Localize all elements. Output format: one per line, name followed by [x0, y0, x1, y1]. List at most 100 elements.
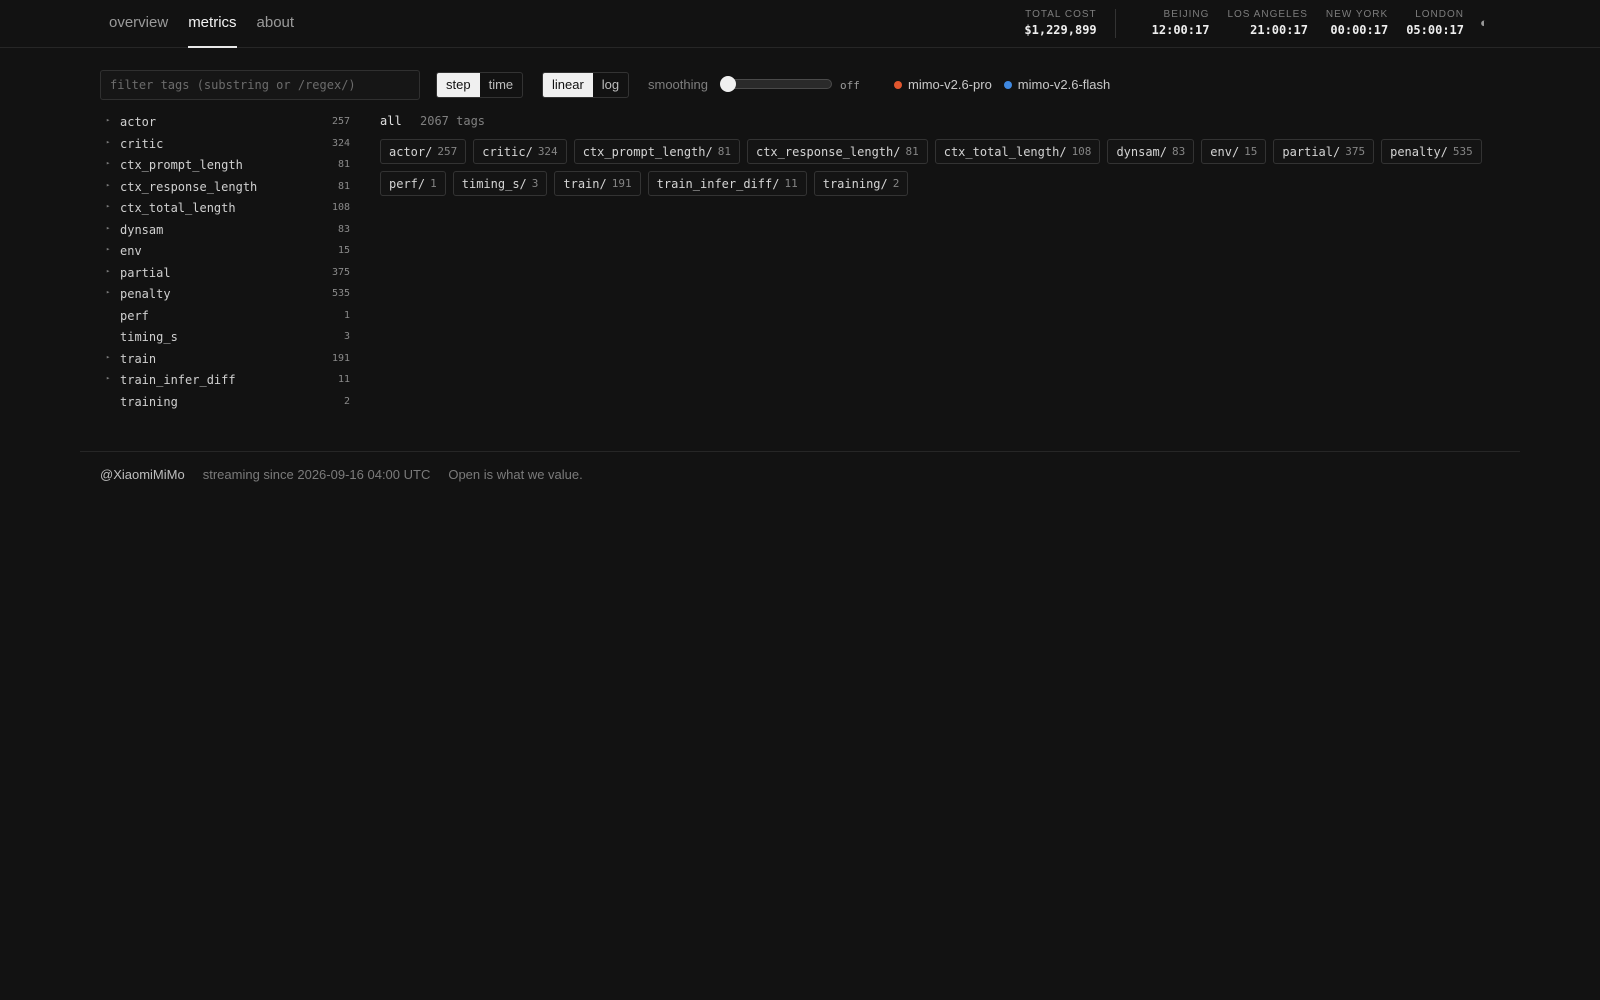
clock-time: 12:00:17 — [1151, 23, 1210, 37]
tree-item[interactable]: ▸ train_infer_diff 11 — [100, 370, 350, 392]
tree-item-count: 535 — [331, 288, 350, 299]
scale-log-button[interactable]: log — [593, 73, 628, 97]
tree-item-label: partial — [120, 265, 171, 280]
tag-chip-label: critic/ — [482, 144, 533, 159]
caret-right-icon: ▸ — [106, 180, 111, 189]
tree-item-label: dynsam — [120, 222, 164, 237]
y-scale-toggle: linear log — [542, 72, 630, 98]
tree-item[interactable]: ▸ ctx_prompt_length 81 — [100, 155, 350, 177]
tag-chip[interactable]: ctx_total_length/108 — [934, 139, 1101, 164]
tree-item-count: 191 — [331, 352, 350, 364]
tag-chip[interactable]: dynsam/83 — [1107, 139, 1195, 164]
tag-chip-count: 81 — [717, 145, 731, 158]
tag-chip-label: timing_s/ — [461, 176, 527, 191]
all-tags-filter[interactable]: all — [380, 114, 402, 128]
tag-chip-count: 3 — [531, 177, 539, 190]
tree-item[interactable]: ▸ env 15 — [100, 241, 350, 263]
tree-item-count: 108 — [331, 202, 350, 213]
clock-label: NEW YORK — [1325, 9, 1389, 20]
tree-item[interactable]: ▸ partial 375 — [100, 263, 350, 285]
clock-london: LONDON 05:00:17 — [1406, 9, 1464, 38]
tree-item[interactable]: ▸ train 191 — [100, 349, 350, 371]
nav-tab-metrics[interactable]: metrics — [188, 0, 237, 48]
nav-tab-overview[interactable]: overview — [109, 0, 168, 48]
tag-chip[interactable]: train/191 — [554, 171, 641, 196]
tree-item-label: ctx_response_length — [120, 179, 258, 194]
tag-chip-label: training/ — [822, 176, 888, 191]
tree-item[interactable]: ▸ critic 324 — [100, 134, 350, 156]
caret-right-icon: ▸ — [106, 202, 111, 210]
caret-right-icon: ▸ — [106, 266, 111, 275]
axis-time-button[interactable]: time — [480, 73, 523, 97]
tree-item-label: critic — [120, 136, 164, 151]
tag-chip[interactable]: ctx_prompt_length/81 — [573, 139, 740, 164]
legend-dot — [894, 80, 902, 89]
nav-tab-about[interactable]: about — [257, 0, 295, 48]
tag-chip[interactable]: training/2 — [813, 171, 909, 196]
tag-chip[interactable]: perf/1 — [380, 171, 446, 196]
theme-toggle-icon[interactable]: ◐ — [1480, 15, 1488, 30]
tag-chip-label: train/ — [563, 176, 607, 191]
caret-right-icon: ▸ — [106, 245, 111, 253]
tag-chip-count: 257 — [437, 145, 458, 158]
tree-item[interactable]: perf 1 — [100, 306, 350, 328]
total-cost: TOTAL COST $1,229,899 — [1024, 9, 1116, 38]
tree-item[interactable]: ▸ dynsam 83 — [100, 220, 350, 242]
scale-linear-button[interactable]: linear — [543, 73, 593, 97]
tree-item-label: penalty — [120, 287, 171, 301]
clock-beijing: BEIJING 12:00:17 — [1152, 9, 1210, 38]
footer-streaming-since: streaming since 2026-09-16 04:00 UTC — [202, 467, 431, 482]
footer: @XiaomiMiMo streaming since 2026-09-16 0… — [100, 467, 583, 482]
caret-right-icon: ▸ — [106, 288, 111, 296]
clock-label: LONDON — [1415, 9, 1464, 20]
tree-item-count: 15 — [337, 245, 350, 256]
tag-chip-label: perf/ — [389, 176, 426, 191]
clock-label: BEIJING — [1163, 9, 1210, 20]
tag-chip[interactable]: partial/375 — [1273, 139, 1375, 164]
legend-label: mimo-v2.6-flash — [1017, 77, 1111, 92]
tag-filter-input[interactable] — [100, 70, 420, 100]
tag-chip[interactable]: train_infer_diff/11 — [647, 171, 807, 196]
smoothing-slider-knob[interactable] — [720, 76, 736, 92]
tree-item-count: 2 — [343, 395, 350, 407]
tree-item[interactable]: ▸ penalty 535 — [100, 284, 350, 306]
axis-step-button[interactable]: step — [437, 73, 480, 97]
tag-chip-label: dynsam/ — [1116, 144, 1168, 159]
tree-item-label: timing_s — [120, 330, 178, 344]
tree-item[interactable]: ▸ ctx_response_length 81 — [100, 177, 350, 199]
tree-item-count: 324 — [331, 137, 350, 149]
tag-chip[interactable]: timing_s/3 — [452, 171, 548, 196]
tree-item-count: 1 — [343, 309, 350, 321]
tag-chip[interactable]: ctx_response_length/81 — [746, 139, 928, 164]
footer-handle-link[interactable]: @XiaomiMiMo — [100, 467, 185, 482]
total-cost-value: $1,229,899 — [1024, 23, 1097, 37]
legend-item-pro[interactable]: mimo-v2.6-pro — [894, 77, 992, 92]
footer-divider — [80, 451, 1520, 452]
tree-item-label: train_infer_diff — [120, 373, 236, 387]
tag-chip-count: 535 — [1452, 145, 1473, 158]
tree-item-count: 11 — [337, 374, 350, 385]
x-axis-toggle: step time — [436, 72, 524, 98]
tag-chip-count: 83 — [1172, 145, 1186, 158]
caret-right-icon: ▸ — [106, 137, 111, 146]
tag-chip[interactable]: critic/324 — [473, 139, 567, 164]
tag-chip[interactable]: env/15 — [1201, 139, 1267, 164]
tag-chip-count: 191 — [611, 177, 632, 190]
clock-los-angeles: LOS ANGELES 21:00:17 — [1227, 9, 1307, 38]
tree-item[interactable]: ▸ actor 257 — [100, 112, 350, 134]
tag-chip[interactable]: actor/257 — [380, 139, 467, 164]
clock-label: LOS ANGELES — [1227, 9, 1308, 20]
legend-item-flash[interactable]: mimo-v2.6-flash — [1003, 77, 1111, 92]
tree-item[interactable]: training 2 — [100, 392, 350, 414]
smoothing-slider[interactable] — [720, 76, 832, 92]
tag-chip-label: ctx_prompt_length/ — [582, 144, 713, 159]
tag-chip-count: 1 — [430, 177, 437, 190]
main-nav: overview metrics about — [109, 0, 294, 48]
clock-time: 05:00:17 — [1406, 23, 1464, 37]
tag-chip-label: train_infer_diff/ — [656, 176, 780, 191]
tree-item[interactable]: timing_s 3 — [100, 327, 350, 349]
clock-time: 21:00:17 — [1250, 23, 1308, 37]
tag-chip-label: actor/ — [389, 144, 433, 159]
tree-item[interactable]: ▸ ctx_total_length 108 — [100, 198, 350, 220]
tag-chip[interactable]: penalty/535 — [1381, 139, 1482, 164]
